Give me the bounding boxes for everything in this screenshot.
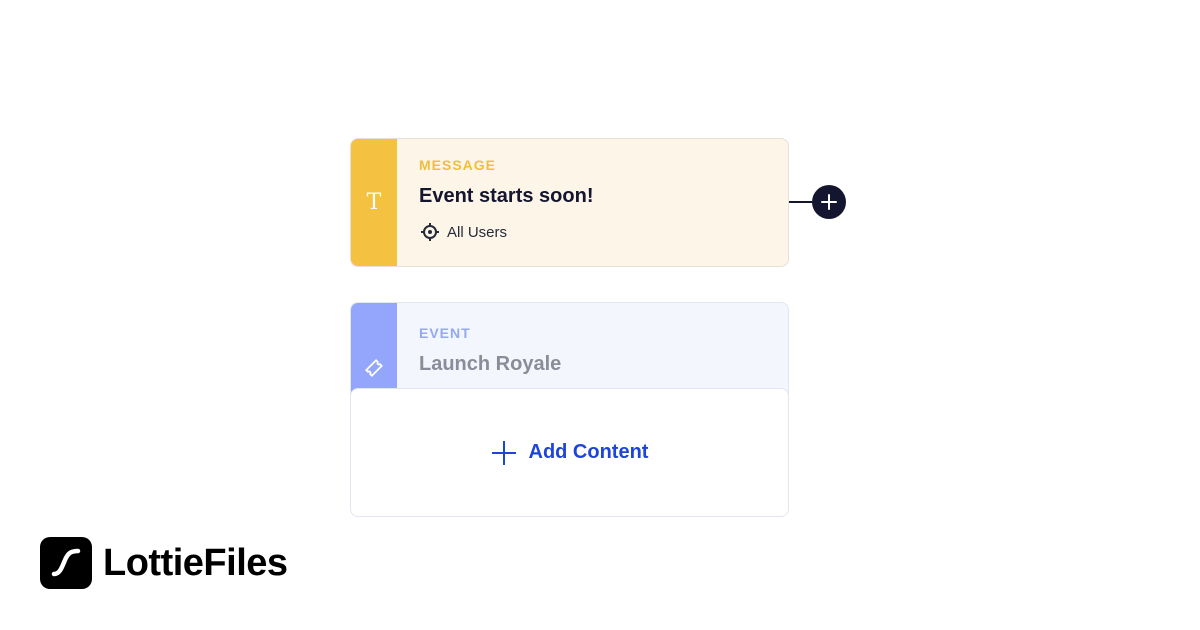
event-card[interactable]: EVENT Launch Royale Add Content xyxy=(350,302,789,517)
event-title: Launch Royale xyxy=(419,353,562,375)
add-content-button[interactable]: Add Content xyxy=(351,388,788,516)
message-card[interactable]: T MESSAGE Event starts soon! All Users xyxy=(350,138,789,267)
event-type-label: EVENT xyxy=(419,325,471,341)
audience-row: All Users xyxy=(421,223,507,241)
message-type-label: MESSAGE xyxy=(419,157,497,173)
add-content-label: Add Content xyxy=(528,441,649,463)
ticket-icon xyxy=(365,359,383,377)
lottiefiles-logo: LottieFiles xyxy=(40,537,288,589)
target-icon xyxy=(421,223,439,241)
plus-icon xyxy=(821,194,837,210)
event-type-strip xyxy=(351,303,397,393)
add-node-button[interactable] xyxy=(812,185,846,219)
plus-icon xyxy=(491,440,516,465)
text-icon: T xyxy=(366,190,382,215)
message-title: Event starts soon! xyxy=(419,185,594,207)
audience-label: All Users xyxy=(447,223,508,241)
lottiefiles-logo-icon xyxy=(40,537,92,589)
lottiefiles-wordmark: LottieFiles xyxy=(103,541,288,584)
message-type-strip: T xyxy=(351,139,397,266)
